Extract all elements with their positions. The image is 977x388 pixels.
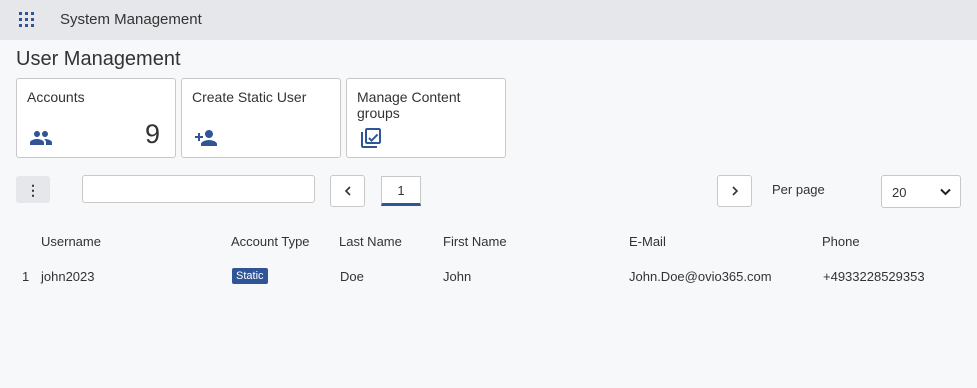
chevron-right-icon <box>731 186 738 196</box>
page-title: User Management <box>16 48 181 70</box>
cell-first-name: John <box>443 269 472 284</box>
cell-username: john2023 <box>41 269 95 284</box>
current-page-number[interactable]: 1 <box>381 176 421 206</box>
column-header-username[interactable]: Username <box>41 234 101 249</box>
per-page-select[interactable]: 20 <box>881 175 961 208</box>
manage-content-groups-tile[interactable]: Manage Content groups <box>346 78 506 158</box>
cell-last-name: Doe <box>340 269 364 284</box>
column-header-email[interactable]: E-Mail <box>629 234 666 249</box>
per-page-label: Per page <box>772 182 825 197</box>
row-index: 1 <box>22 269 30 284</box>
more-options-button[interactable]: ⋮ <box>16 176 50 203</box>
app-title: System Management <box>60 11 202 28</box>
next-page-button[interactable] <box>717 175 752 207</box>
chevron-down-icon <box>940 188 951 196</box>
search-input[interactable] <box>82 175 315 203</box>
column-header-phone[interactable]: Phone <box>822 234 860 249</box>
cell-phone: +4933228529353 <box>823 269 925 284</box>
top-bar: System Management <box>0 0 977 40</box>
people-icon <box>30 131 52 145</box>
column-header-last-name[interactable]: Last Name <box>339 234 402 249</box>
vertical-dots-icon: ⋮ <box>26 181 40 198</box>
app-launcher-icon[interactable] <box>19 12 34 27</box>
accounts-tile[interactable]: Accounts 9 <box>16 78 176 158</box>
column-header-account-type[interactable]: Account Type <box>231 234 310 249</box>
manage-content-groups-label: Manage Content groups <box>357 89 461 121</box>
chevron-left-icon <box>344 186 351 196</box>
account-type-badge: Static <box>232 268 268 284</box>
person-add-icon <box>195 130 217 146</box>
create-static-user-label: Create Static User <box>192 89 307 105</box>
per-page-value: 20 <box>892 185 907 200</box>
accounts-count: 9 <box>144 119 160 149</box>
checklist-icon <box>361 128 381 148</box>
accounts-tile-label: Accounts <box>27 89 85 105</box>
cell-email: John.Doe@ovio365.com <box>629 269 772 284</box>
create-static-user-tile[interactable]: Create Static User <box>181 78 341 158</box>
column-header-first-name[interactable]: First Name <box>443 234 507 249</box>
previous-page-button[interactable] <box>330 175 365 207</box>
